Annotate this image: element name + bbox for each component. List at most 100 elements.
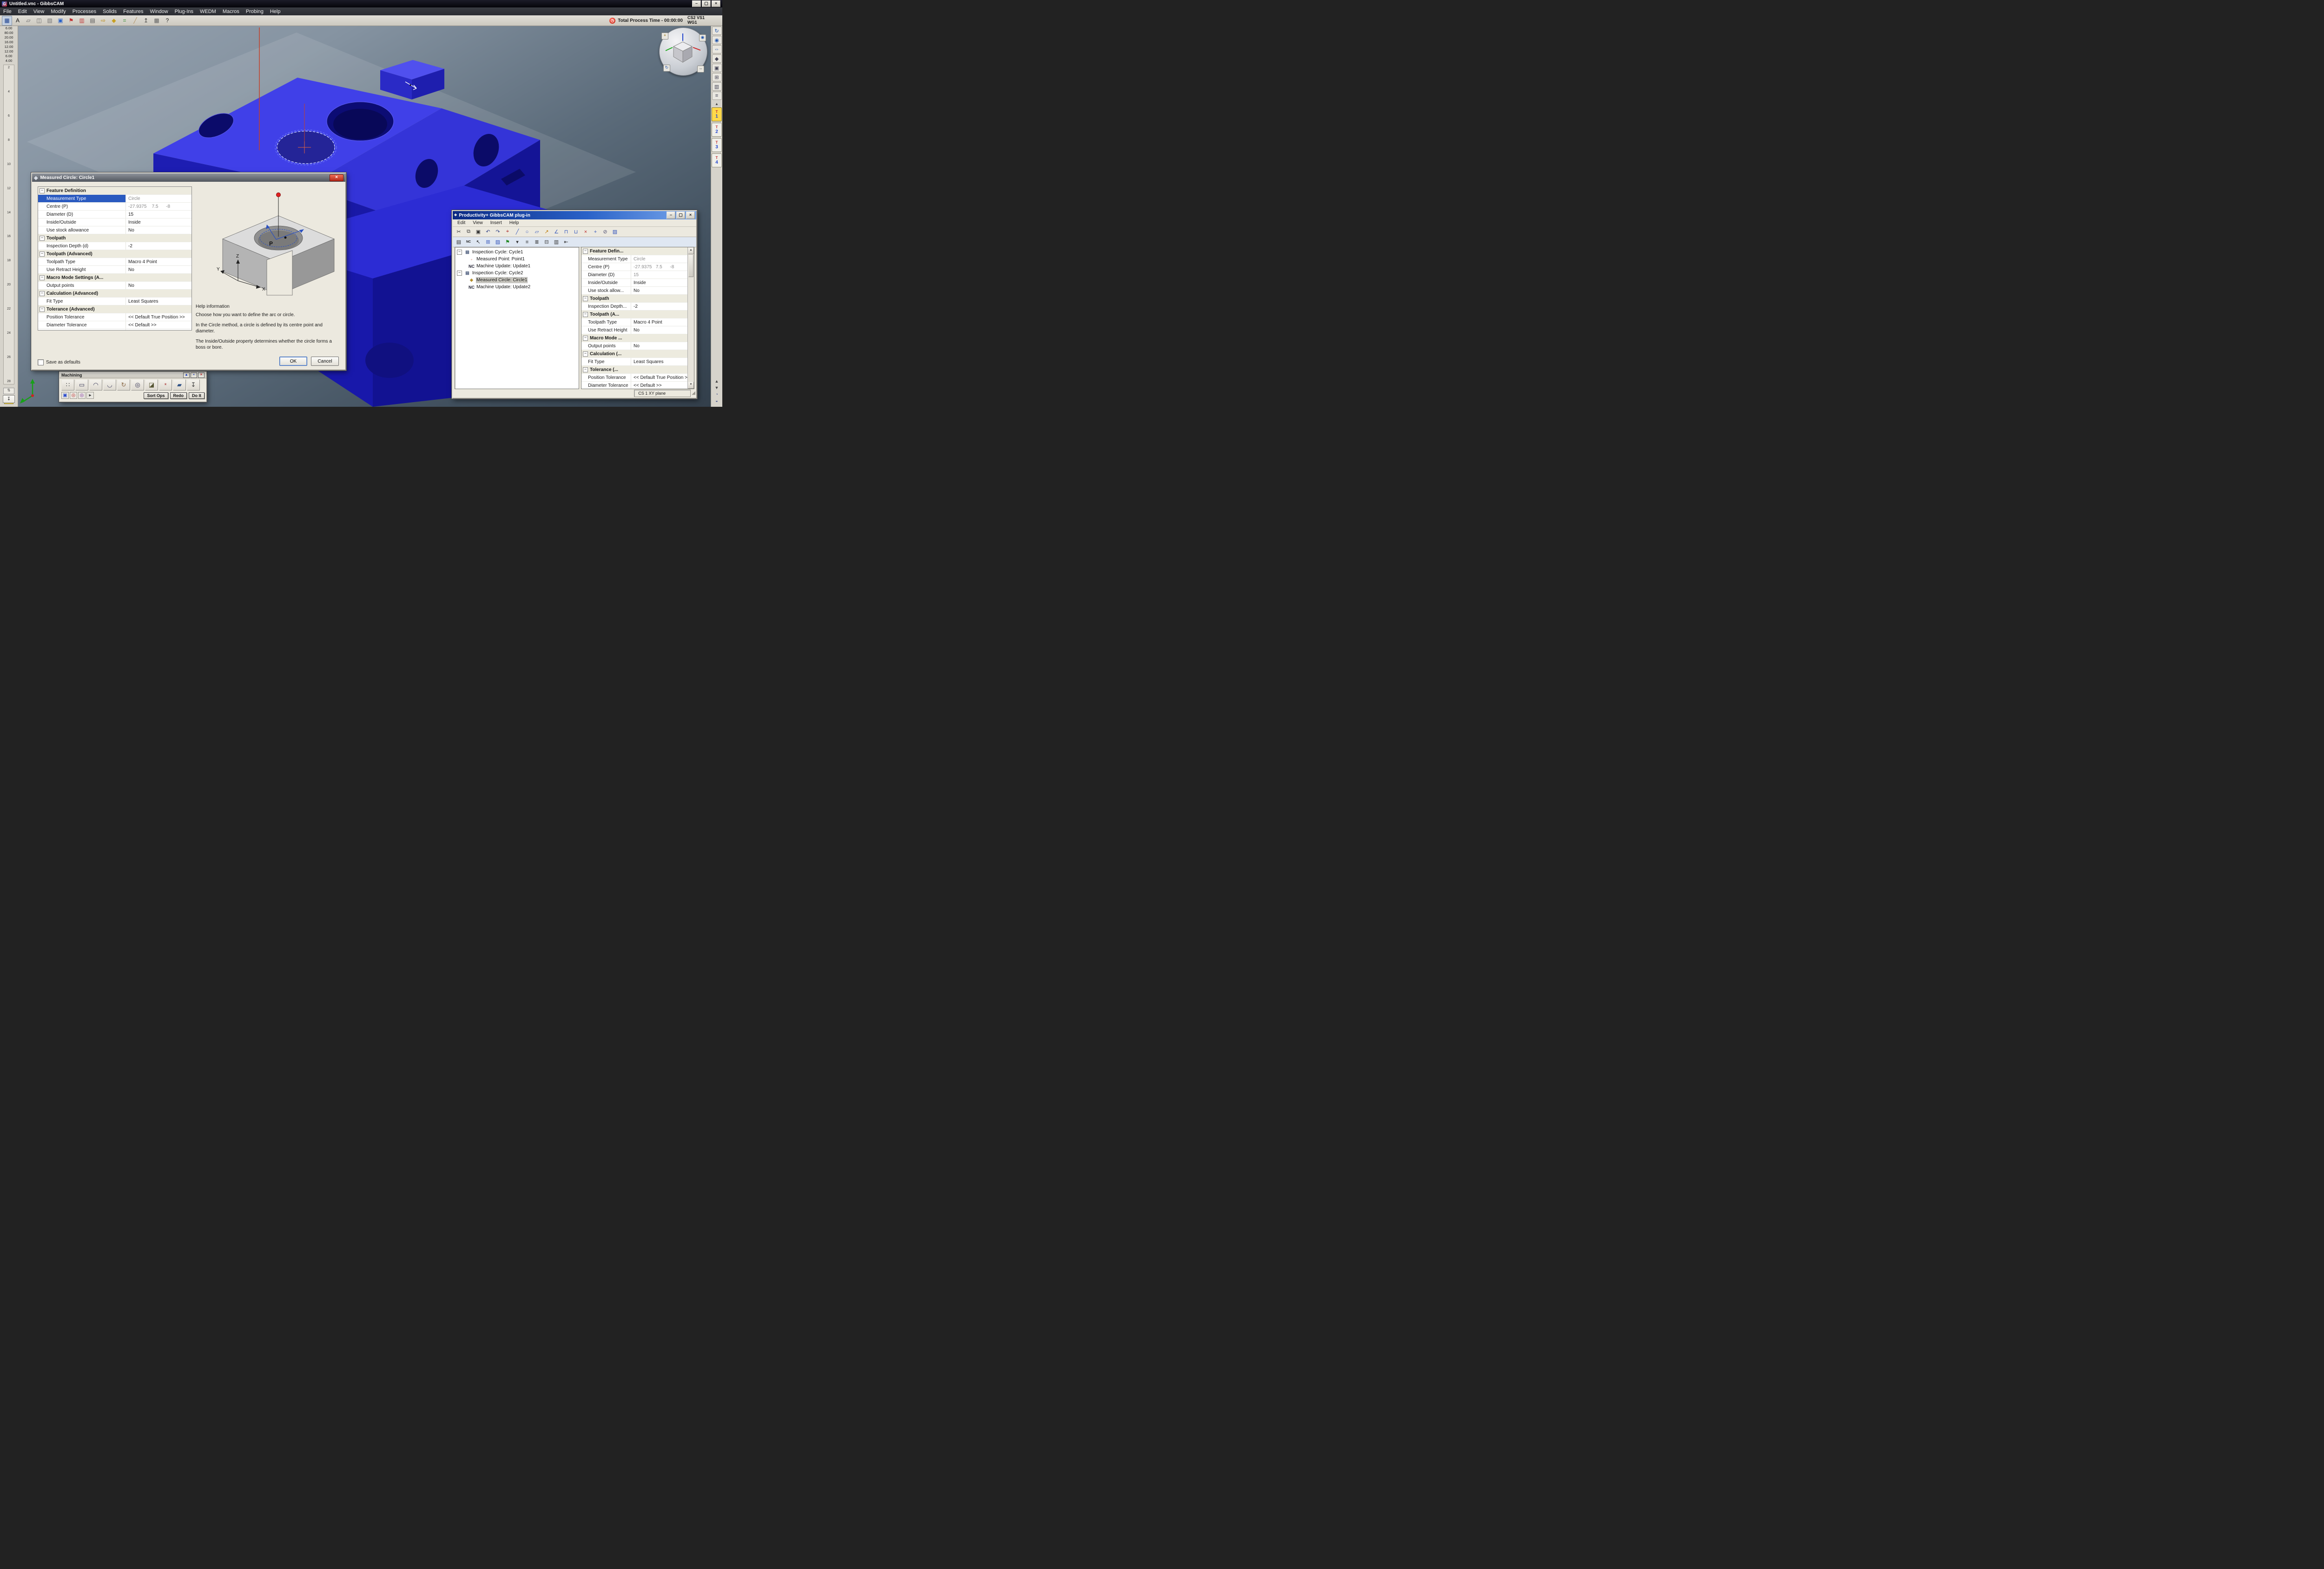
menu-item[interactable]: Features [120, 7, 146, 15]
close-button[interactable]: × [198, 372, 205, 378]
tool-item[interactable]: ↧ 20.00 [1, 35, 16, 40]
workspace-grid-icon[interactable]: ▦ [2, 16, 12, 26]
shrink-button[interactable]: ▪ [191, 372, 197, 378]
resize-grip[interactable]: ◢ [692, 390, 695, 397]
property-row[interactable]: − Toolpath [581, 295, 688, 303]
thread-icon[interactable]: * [159, 379, 172, 391]
property-row[interactable]: Toolpath Type Macro 4 Point [38, 258, 191, 266]
machining-action-button[interactable]: Redo [170, 392, 187, 399]
close-button[interactable]: × [330, 174, 343, 181]
property-value[interactable]: Macro 4 Point [631, 318, 688, 326]
property-row[interactable]: − Feature Defin... [581, 247, 688, 255]
wg-list-icon[interactable]: ▥ [712, 82, 722, 91]
rotate-icon[interactable]: ↻ [117, 379, 130, 391]
collapse-icon[interactable]: − [583, 249, 588, 254]
selection-marquee-icon[interactable]: ▧ [45, 16, 55, 26]
surface-icon[interactable]: ◡ [103, 379, 116, 391]
flag-icon[interactable]: ⚑ [66, 16, 76, 26]
monitor-icon[interactable]: ▣ [55, 16, 66, 26]
maximize-button[interactable]: ▢ [676, 212, 685, 219]
property-row[interactable]: Centre (P) -27.9375 7.5 -8 [581, 263, 688, 271]
menu-item[interactable]: Insert [487, 219, 506, 226]
target-red-icon[interactable]: ◎ [70, 392, 77, 399]
tool-tile[interactable]: T 2 [712, 123, 722, 137]
menu-item[interactable]: Help [506, 219, 523, 226]
collapse-icon[interactable]: − [583, 367, 588, 372]
collapse-icon[interactable]: − [40, 307, 45, 312]
pencil-icon[interactable]: ╱ [130, 16, 140, 26]
flag-green-icon[interactable]: ⚑ [503, 238, 512, 246]
property-row[interactable]: Output points No [581, 342, 688, 350]
angle-feature-icon[interactable]: ∠ [552, 227, 561, 236]
compass-eye-icon[interactable]: ◉ [699, 34, 706, 41]
expand-icon[interactable]: ▸ [86, 392, 94, 399]
point-pattern-icon[interactable]: ∷ [61, 379, 74, 391]
tool-item[interactable]: ↧ 16.00 [1, 40, 16, 44]
delete-icon[interactable]: × [581, 227, 590, 236]
property-row[interactable]: Output points No [38, 282, 191, 290]
property-value[interactable]: << Default >> [126, 321, 191, 329]
property-row[interactable]: Circularity Tolerance << Default >> [38, 329, 191, 331]
property-value[interactable]: Circle [126, 195, 191, 202]
tool-item[interactable]: ↧ 12.00 [1, 45, 16, 49]
compass-rotate-icon[interactable]: ↻ [663, 65, 670, 72]
doc-icon[interactable]: ▨ [610, 227, 620, 236]
cs-mini-icon[interactable]: ▣ [61, 392, 69, 399]
collapse-icon[interactable]: − [583, 336, 588, 341]
chamfer-icon[interactable]: ◪ [145, 379, 158, 391]
tool-icon[interactable]: ↧ [3, 395, 15, 403]
solids-cube-icon[interactable]: ◆ [109, 16, 119, 26]
cross-icon[interactable]: + [591, 227, 600, 236]
scrollbar-thumb[interactable] [688, 255, 693, 277]
undo-icon[interactable]: ↶ [483, 227, 493, 236]
property-value[interactable]: -27.9375 7.5 -8 [631, 263, 688, 271]
tree-item[interactable]: NC Machine Update: Update1 [456, 263, 578, 270]
property-value[interactable]: << Default True Position >> [631, 374, 688, 381]
pocket-feature-icon[interactable]: ⊔ [571, 227, 581, 236]
drill-icon[interactable]: ↧ [187, 379, 200, 391]
tool-item[interactable]: ↧ 6.00 [1, 54, 16, 58]
dock-button[interactable]: ▴ [183, 372, 190, 378]
property-row[interactable]: Use stock allow... No [581, 287, 688, 295]
tree-item[interactable]: ◦ Measured Point: Point1 [456, 256, 578, 263]
property-value[interactable]: Inside [126, 218, 191, 226]
scroll-up-icon[interactable]: ▲ [715, 379, 719, 384]
property-value[interactable]: Macro 4 Point [126, 258, 191, 265]
ok-button[interactable]: OK [279, 357, 307, 366]
property-row[interactable]: − Calculation (Advanced) [38, 290, 191, 298]
scrollbar-up-button[interactable]: ▲ [688, 247, 694, 254]
property-row[interactable]: − Toolpath (A... [581, 311, 688, 318]
collapse-icon[interactable]: − [583, 351, 588, 357]
probe-point-icon[interactable]: ⌖ [503, 227, 512, 236]
property-value[interactable]: 15 [126, 211, 191, 218]
minimize-button[interactable]: – [692, 0, 701, 7]
sheet-icon[interactable]: ▱ [23, 16, 33, 26]
target-purple-icon[interactable]: ◎ [78, 392, 86, 399]
grid-icon[interactable]: ⊞ [483, 238, 493, 246]
property-row[interactable]: Inside/Outside Inside [581, 279, 688, 287]
property-value[interactable]: Least Squares [126, 298, 191, 305]
menu-item[interactable]: File [0, 7, 15, 15]
maximize-button[interactable]: ▢ [702, 0, 711, 7]
property-value[interactable]: No [631, 287, 688, 294]
context-help-icon[interactable]: ? [162, 16, 172, 26]
property-row[interactable]: Inside/Outside Inside [38, 218, 191, 226]
menu-item[interactable]: Probing [243, 7, 267, 15]
property-row[interactable]: − Toolpath [38, 234, 191, 242]
property-value[interactable]: Inside [631, 279, 688, 286]
scrollbar-down-button[interactable]: ▼ [688, 382, 694, 389]
tool-tile[interactable]: T 4 [712, 153, 722, 167]
property-value[interactable]: -27.9375 7.5 -8 [126, 203, 191, 210]
collapse-icon[interactable]: − [457, 250, 462, 255]
exit-icon[interactable]: ⇤ [561, 238, 571, 246]
scrollbar[interactable]: ▲ ▼ [687, 247, 694, 389]
scroll-up-icon[interactable]: ▲ [715, 102, 719, 106]
web-feature-icon[interactable]: ⊓ [561, 227, 571, 236]
property-row[interactable]: Inspection Depth (d) -2 [38, 242, 191, 250]
tool-tile[interactable]: T 3 [712, 138, 722, 152]
menu-item[interactable]: Edit [15, 7, 30, 15]
op-list-icon[interactable]: ≡ [712, 92, 722, 100]
pan-icon[interactable]: ⇔ [712, 45, 722, 53]
menu-item[interactable]: Macros [219, 7, 243, 15]
line-feature-icon[interactable]: ╱ [513, 227, 522, 236]
